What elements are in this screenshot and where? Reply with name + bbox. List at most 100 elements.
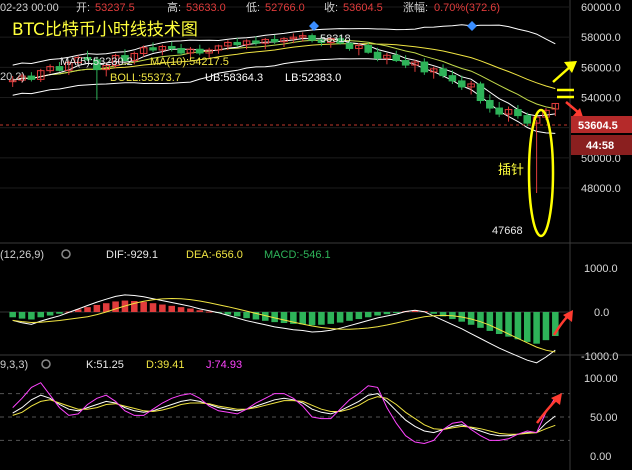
macd-histogram-bar	[28, 312, 35, 320]
macd-histogram-bar	[177, 307, 185, 312]
macd-label: MACD:-546.1	[264, 249, 331, 261]
candle-body	[27, 75, 36, 80]
ub-label: UB:58364.3	[205, 72, 263, 84]
macd-histogram-bar	[383, 312, 391, 315]
macd-histogram-bar	[93, 304, 101, 312]
candle-body	[196, 48, 204, 54]
macd-histogram-bar	[37, 312, 45, 318]
k-label: K:51.25	[86, 359, 124, 371]
candle-body	[373, 51, 382, 59]
price-tick-label: 48000.0	[581, 183, 621, 195]
macd-histogram-bar	[430, 312, 437, 314]
macd-histogram-bar	[523, 312, 531, 342]
macd-params: (12,26,9)	[0, 249, 44, 261]
candle-body	[420, 61, 429, 73]
kdj-tick-label: 0.00	[590, 451, 611, 463]
candle-body	[270, 38, 279, 43]
macd-histogram-bar	[346, 312, 353, 321]
ma-params: 20,2)	[0, 71, 25, 83]
macd-histogram-bar	[196, 310, 204, 312]
wick-annotation: 插针	[498, 163, 524, 178]
candle-body	[457, 80, 466, 88]
kdj-tick-label: 100.00	[584, 373, 618, 385]
macd-histogram-bar	[243, 312, 250, 319]
boll-label: BOLL:55373.7	[110, 72, 181, 84]
macd-histogram-bar	[233, 312, 241, 317]
macd-tick-label: 0.0	[594, 307, 609, 319]
macd-histogram-bar	[159, 304, 166, 312]
ma5-label: MA(5):53230.2	[60, 56, 133, 68]
header-date: 02-23 00:00	[0, 2, 59, 14]
candle-body	[392, 54, 401, 62]
macd-histogram-bar	[187, 308, 194, 312]
macd-histogram-bar	[477, 312, 484, 328]
candle-body	[233, 41, 241, 46]
macd-histogram-bar	[364, 312, 372, 318]
dif-label: DIF:-929.1	[106, 249, 158, 261]
candle-body	[149, 47, 157, 51]
macd-histogram-bar	[168, 305, 176, 312]
header-open: 53237.5	[95, 2, 135, 14]
candle-body	[177, 47, 185, 54]
header-low-label: 低:	[246, 1, 260, 14]
price-tick-label: 56000.0	[581, 62, 621, 74]
candle-body	[486, 100, 494, 109]
header-high: 53633.0	[186, 2, 226, 14]
header-open-label: 开:	[76, 2, 90, 14]
low-price-label: 47668	[492, 225, 523, 237]
last-price-tag: 53604.5	[578, 120, 618, 132]
macd-histogram-bar	[9, 312, 16, 318]
ma10-label: MA(10):54217.5	[150, 56, 229, 68]
candle-body	[308, 35, 316, 41]
macd-histogram-bar	[46, 312, 54, 316]
candle-body	[252, 40, 260, 44]
macd-histogram-bar	[140, 301, 147, 312]
candle-body	[401, 60, 410, 66]
kdj-tick-label: 50.00	[590, 412, 618, 424]
macd-histogram-bar	[374, 312, 381, 316]
candle-body	[495, 107, 503, 115]
d-label: D:39.41	[146, 359, 185, 371]
macd-histogram-bar	[18, 312, 26, 319]
macd-histogram-bar	[486, 312, 494, 331]
kdj-params: 9,3,3)	[0, 359, 28, 371]
candle-body	[364, 44, 372, 53]
candle-body	[439, 68, 447, 77]
macd-histogram-bar	[280, 312, 288, 323]
macd-histogram-bar	[327, 312, 335, 324]
candle-body	[476, 83, 485, 102]
btc-hourly-chart: 60000.058000.056000.054000.052000.050000…	[0, 0, 632, 470]
macd-histogram-bar	[56, 312, 63, 314]
macd-histogram-bar	[355, 312, 363, 320]
macd-histogram-bar	[533, 312, 540, 344]
macd-histogram-bar	[336, 312, 344, 323]
header-change: 0.70%(372.6)	[434, 2, 500, 14]
dea-label: DEA:-656.0	[186, 249, 243, 261]
macd-tick-label: -1000.0	[581, 351, 618, 363]
macd-histogram-bar	[102, 303, 110, 312]
countdown-tag: 44:58	[586, 140, 614, 152]
header-low: 52766.0	[265, 2, 305, 14]
header-close-label: 收:	[324, 0, 338, 14]
candle-body	[514, 109, 522, 117]
macd-histogram-bar	[149, 303, 157, 312]
lb-label: LB:52383.0	[285, 72, 341, 84]
macd-histogram-bar	[318, 312, 325, 325]
candle-body	[448, 75, 457, 82]
header-high-label: 高:	[167, 0, 181, 14]
macd-histogram-bar	[84, 307, 91, 312]
price-tick-label: 58000.0	[581, 32, 621, 44]
macd-histogram-bar	[542, 312, 550, 341]
macd-histogram-bar	[308, 312, 316, 326]
macd-histogram-bar	[299, 312, 306, 325]
price-tick-label: 60000.0	[581, 2, 621, 14]
candle-body	[523, 115, 532, 124]
candle-body	[167, 46, 176, 49]
header-change-label: 涨幅:	[403, 1, 428, 14]
peak-price-label: 58318	[320, 33, 351, 45]
macd-histogram-bar	[514, 312, 522, 340]
price-tick-label: 54000.0	[581, 93, 621, 105]
macd-histogram-bar	[112, 301, 119, 312]
macd-tick-label: 1000.0	[584, 263, 618, 275]
j-label: J:74.93	[206, 359, 242, 371]
